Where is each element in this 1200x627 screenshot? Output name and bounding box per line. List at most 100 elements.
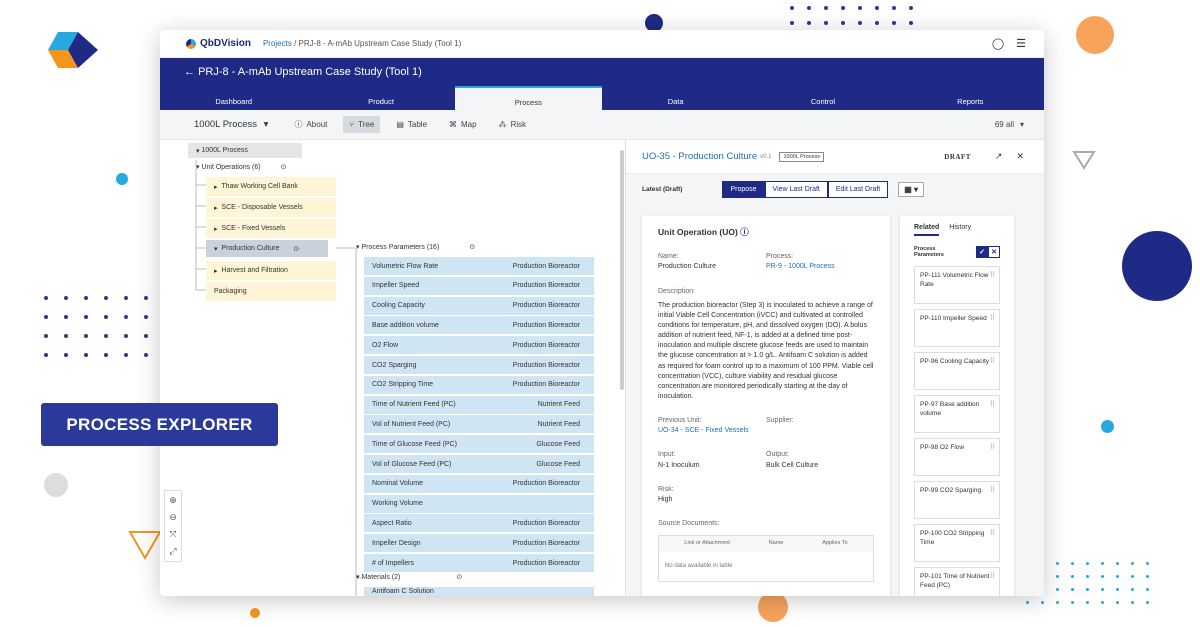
process-select[interactable]: 1000L Process ▾ bbox=[188, 115, 274, 134]
zoom-in-icon[interactable]: ⊕ bbox=[169, 495, 177, 506]
related-pp-card[interactable]: PP-101 Time of Nutrient Feed (PC) ⠿ bbox=[914, 567, 1000, 596]
param-row[interactable]: Base addition volume Production Bioreacto… bbox=[364, 316, 594, 336]
drag-handle-icon[interactable]: ⠿ bbox=[990, 443, 995, 453]
drag-handle-icon[interactable]: ⠿ bbox=[990, 314, 995, 324]
param-name: Cooling Capacity bbox=[372, 302, 425, 310]
param-row[interactable]: CO2 Stripping Time Production Bioreactor bbox=[364, 375, 594, 395]
process-params-group[interactable]: ▾ Process Parameters (16) ⊙ bbox=[356, 243, 475, 252]
filter-select[interactable]: 69 all ▾ bbox=[995, 120, 1024, 129]
pp-label: PP-101 Time of Nutrient Feed (PC) bbox=[920, 573, 990, 590]
uo-production-culture[interactable]: ▾ Production Culture ⊙ bbox=[206, 240, 328, 257]
param-name: Nominal Volume bbox=[372, 480, 423, 488]
param-row[interactable]: O2 Flow Production Bioreactor bbox=[364, 336, 594, 356]
param-row[interactable]: Impeller Design Production Bioreactor bbox=[364, 534, 594, 554]
uo-harvest-and-filtration[interactable]: ▸ Harvest and Filtration bbox=[206, 261, 336, 280]
param-group: Production Bioreactor bbox=[512, 361, 580, 369]
param-row[interactable]: Nominal Volume Production Bioreactor bbox=[364, 474, 594, 494]
param-row[interactable]: Volumetric Flow Rate Production Bioreacto… bbox=[364, 257, 594, 276]
about-button[interactable]: ⓘ About bbox=[288, 115, 333, 134]
pp-label: PP-96 Cooling Capacity bbox=[920, 358, 990, 365]
tab-related[interactable]: Related bbox=[914, 224, 940, 236]
drag-handle-icon[interactable]: ⠿ bbox=[990, 400, 995, 410]
param-group: Production Bioreactor bbox=[512, 519, 580, 527]
tab-reports[interactable]: Reports bbox=[897, 86, 1044, 110]
close-icon[interactable]: ✕ bbox=[1016, 151, 1024, 162]
drag-handle-icon[interactable]: ⠿ bbox=[990, 271, 995, 281]
drag-handle-icon[interactable]: ⠿ bbox=[990, 486, 995, 496]
tree-root[interactable]: ▾ 1000L Process bbox=[188, 143, 302, 158]
uo-packaging[interactable]: Packaging bbox=[206, 282, 336, 301]
filter-value: 69 all bbox=[994, 120, 1014, 129]
param-name: CO2 Sparging bbox=[372, 361, 417, 369]
breadcrumb-projects[interactable]: Projects bbox=[263, 39, 292, 48]
brand-logo[interactable]: QbDVision bbox=[186, 38, 251, 49]
table-view-button[interactable]: ▤ Table bbox=[390, 116, 433, 133]
check-icon[interactable]: ✓ bbox=[976, 246, 988, 258]
close-icon[interactable]: ✕ bbox=[988, 246, 1000, 258]
uo-sce-disposable-vessels[interactable]: ▸ SCE - Disposable Vessels bbox=[206, 198, 336, 217]
param-row[interactable]: Impeller Speed Production Bioreactor bbox=[364, 276, 594, 296]
tree-icon: ⑂ bbox=[349, 120, 355, 129]
tab-dashboard[interactable]: Dashboard bbox=[160, 86, 307, 110]
tab-control[interactable]: Control bbox=[749, 86, 896, 110]
related-pp-card[interactable]: PP-98 O2 Flow ⠿ bbox=[914, 438, 1000, 476]
add-circle-icon[interactable]: ⊙ bbox=[293, 245, 299, 253]
previous-unit-link[interactable]: UO-34 - SCE - Fixed Vessels bbox=[658, 426, 766, 436]
drag-handle-icon[interactable]: ⠿ bbox=[990, 572, 995, 582]
back-arrow-icon[interactable]: ← bbox=[184, 66, 195, 78]
chat-icon[interactable]: ◯ bbox=[992, 37, 1004, 50]
related-pp-card[interactable]: PP-96 Cooling Capacity ⠿ bbox=[914, 352, 1000, 390]
tab-history[interactable]: History bbox=[949, 224, 971, 236]
open-external-icon[interactable]: ↗ bbox=[995, 151, 1003, 162]
view-last-draft-button[interactable]: View Last Draft bbox=[764, 180, 828, 198]
tree-view-button[interactable]: ⑂ Tree bbox=[343, 116, 381, 133]
param-name: Impeller Design bbox=[372, 539, 421, 547]
param-name: Vol of Glucose Feed (PC) bbox=[372, 460, 452, 468]
tab-product[interactable]: Product bbox=[307, 86, 454, 110]
related-pp-card[interactable]: PP-111 Volumetric Flow Rate ⠿ bbox=[914, 266, 1000, 304]
related-pp-card[interactable]: PP-99 CO2 Sparging ⠿ bbox=[914, 481, 1000, 519]
tree-scrollbar[interactable] bbox=[620, 150, 624, 390]
related-pp-card[interactable]: PP-110 Impeller Speed ⠿ bbox=[914, 309, 1000, 347]
add-circle-icon[interactable]: ⊙ bbox=[456, 573, 462, 581]
triangle-outline-icon bbox=[1072, 151, 1096, 170]
menu-icon[interactable]: ☰ bbox=[1016, 37, 1026, 50]
info-icon[interactable]: ⓘ bbox=[740, 227, 749, 237]
fit-icon[interactable]: ⤧ bbox=[169, 529, 176, 540]
param-row[interactable]: Vol of Glucose Feed (PC) Glucose Feed bbox=[364, 455, 594, 474]
param-group: Production Bioreactor bbox=[512, 262, 580, 270]
param-row[interactable]: Working Volume bbox=[364, 494, 594, 514]
expand-icon[interactable]: ⤢ bbox=[169, 546, 176, 557]
tab-data[interactable]: Data bbox=[602, 86, 749, 110]
drag-handle-icon[interactable]: ⠿ bbox=[990, 529, 995, 539]
tab-process[interactable]: Process bbox=[454, 86, 602, 110]
add-circle-icon[interactable]: ⊙ bbox=[469, 243, 475, 251]
materials-group[interactable]: ▾ Materials (2) ⊙ bbox=[356, 573, 462, 582]
propose-button[interactable]: Propose bbox=[722, 180, 765, 198]
param-row[interactable]: Cooling Capacity Production Bioreactor bbox=[364, 296, 594, 316]
add-circle-icon[interactable]: ⊙ bbox=[281, 163, 287, 171]
column-header: Link or Attachment bbox=[684, 540, 730, 547]
risk-view-button[interactable]: ⁂ Risk bbox=[493, 116, 533, 133]
decor-circle bbox=[758, 592, 788, 622]
more-actions-dropdown[interactable]: ▦ ▾ bbox=[898, 181, 925, 197]
zoom-out-icon[interactable]: ⊖ bbox=[169, 512, 177, 523]
param-row[interactable]: Time of Glucose Feed (PC) Glucose Feed bbox=[364, 435, 594, 455]
param-row[interactable]: CO2 Sparging Production Bioreactor bbox=[364, 356, 594, 375]
process-link[interactable]: PR-9 - 1000L Process bbox=[766, 262, 874, 272]
param-row[interactable]: Vol of Nutrient Feed (PC) Nutrient Feed bbox=[364, 415, 594, 435]
material-row[interactable]: Antifoam C Solution bbox=[364, 587, 594, 596]
uo-sce-fixed-vessels[interactable]: ▸ SCE - Fixed Vessels bbox=[206, 219, 336, 238]
param-row[interactable]: # of Impellers Production Bioreactor bbox=[364, 554, 594, 573]
param-row[interactable]: Time of Nutrient Feed (PC) Nutrient Feed bbox=[364, 395, 594, 415]
param-row[interactable]: Aspect Ratio Production Bioreactor bbox=[364, 514, 594, 534]
map-view-button[interactable]: ⌘ Map bbox=[443, 116, 483, 133]
uo-label: Packaging bbox=[214, 288, 247, 295]
unit-ops-group[interactable]: ▾ Unit Operations (6) ⊙ bbox=[196, 163, 287, 172]
related-pp-card[interactable]: PP-100 CO2 Stripping Time ⠿ bbox=[914, 524, 1000, 562]
drag-handle-icon[interactable]: ⠿ bbox=[990, 357, 995, 367]
edit-last-draft-button[interactable]: Edit Last Draft bbox=[827, 180, 889, 198]
uo-thaw-working-cell-bank[interactable]: ▸ Thaw Working Cell Bank bbox=[206, 177, 336, 196]
record-version: v0.1 bbox=[760, 153, 772, 160]
related-pp-card[interactable]: PP-97 Base addition volume ⠿ bbox=[914, 395, 1000, 433]
